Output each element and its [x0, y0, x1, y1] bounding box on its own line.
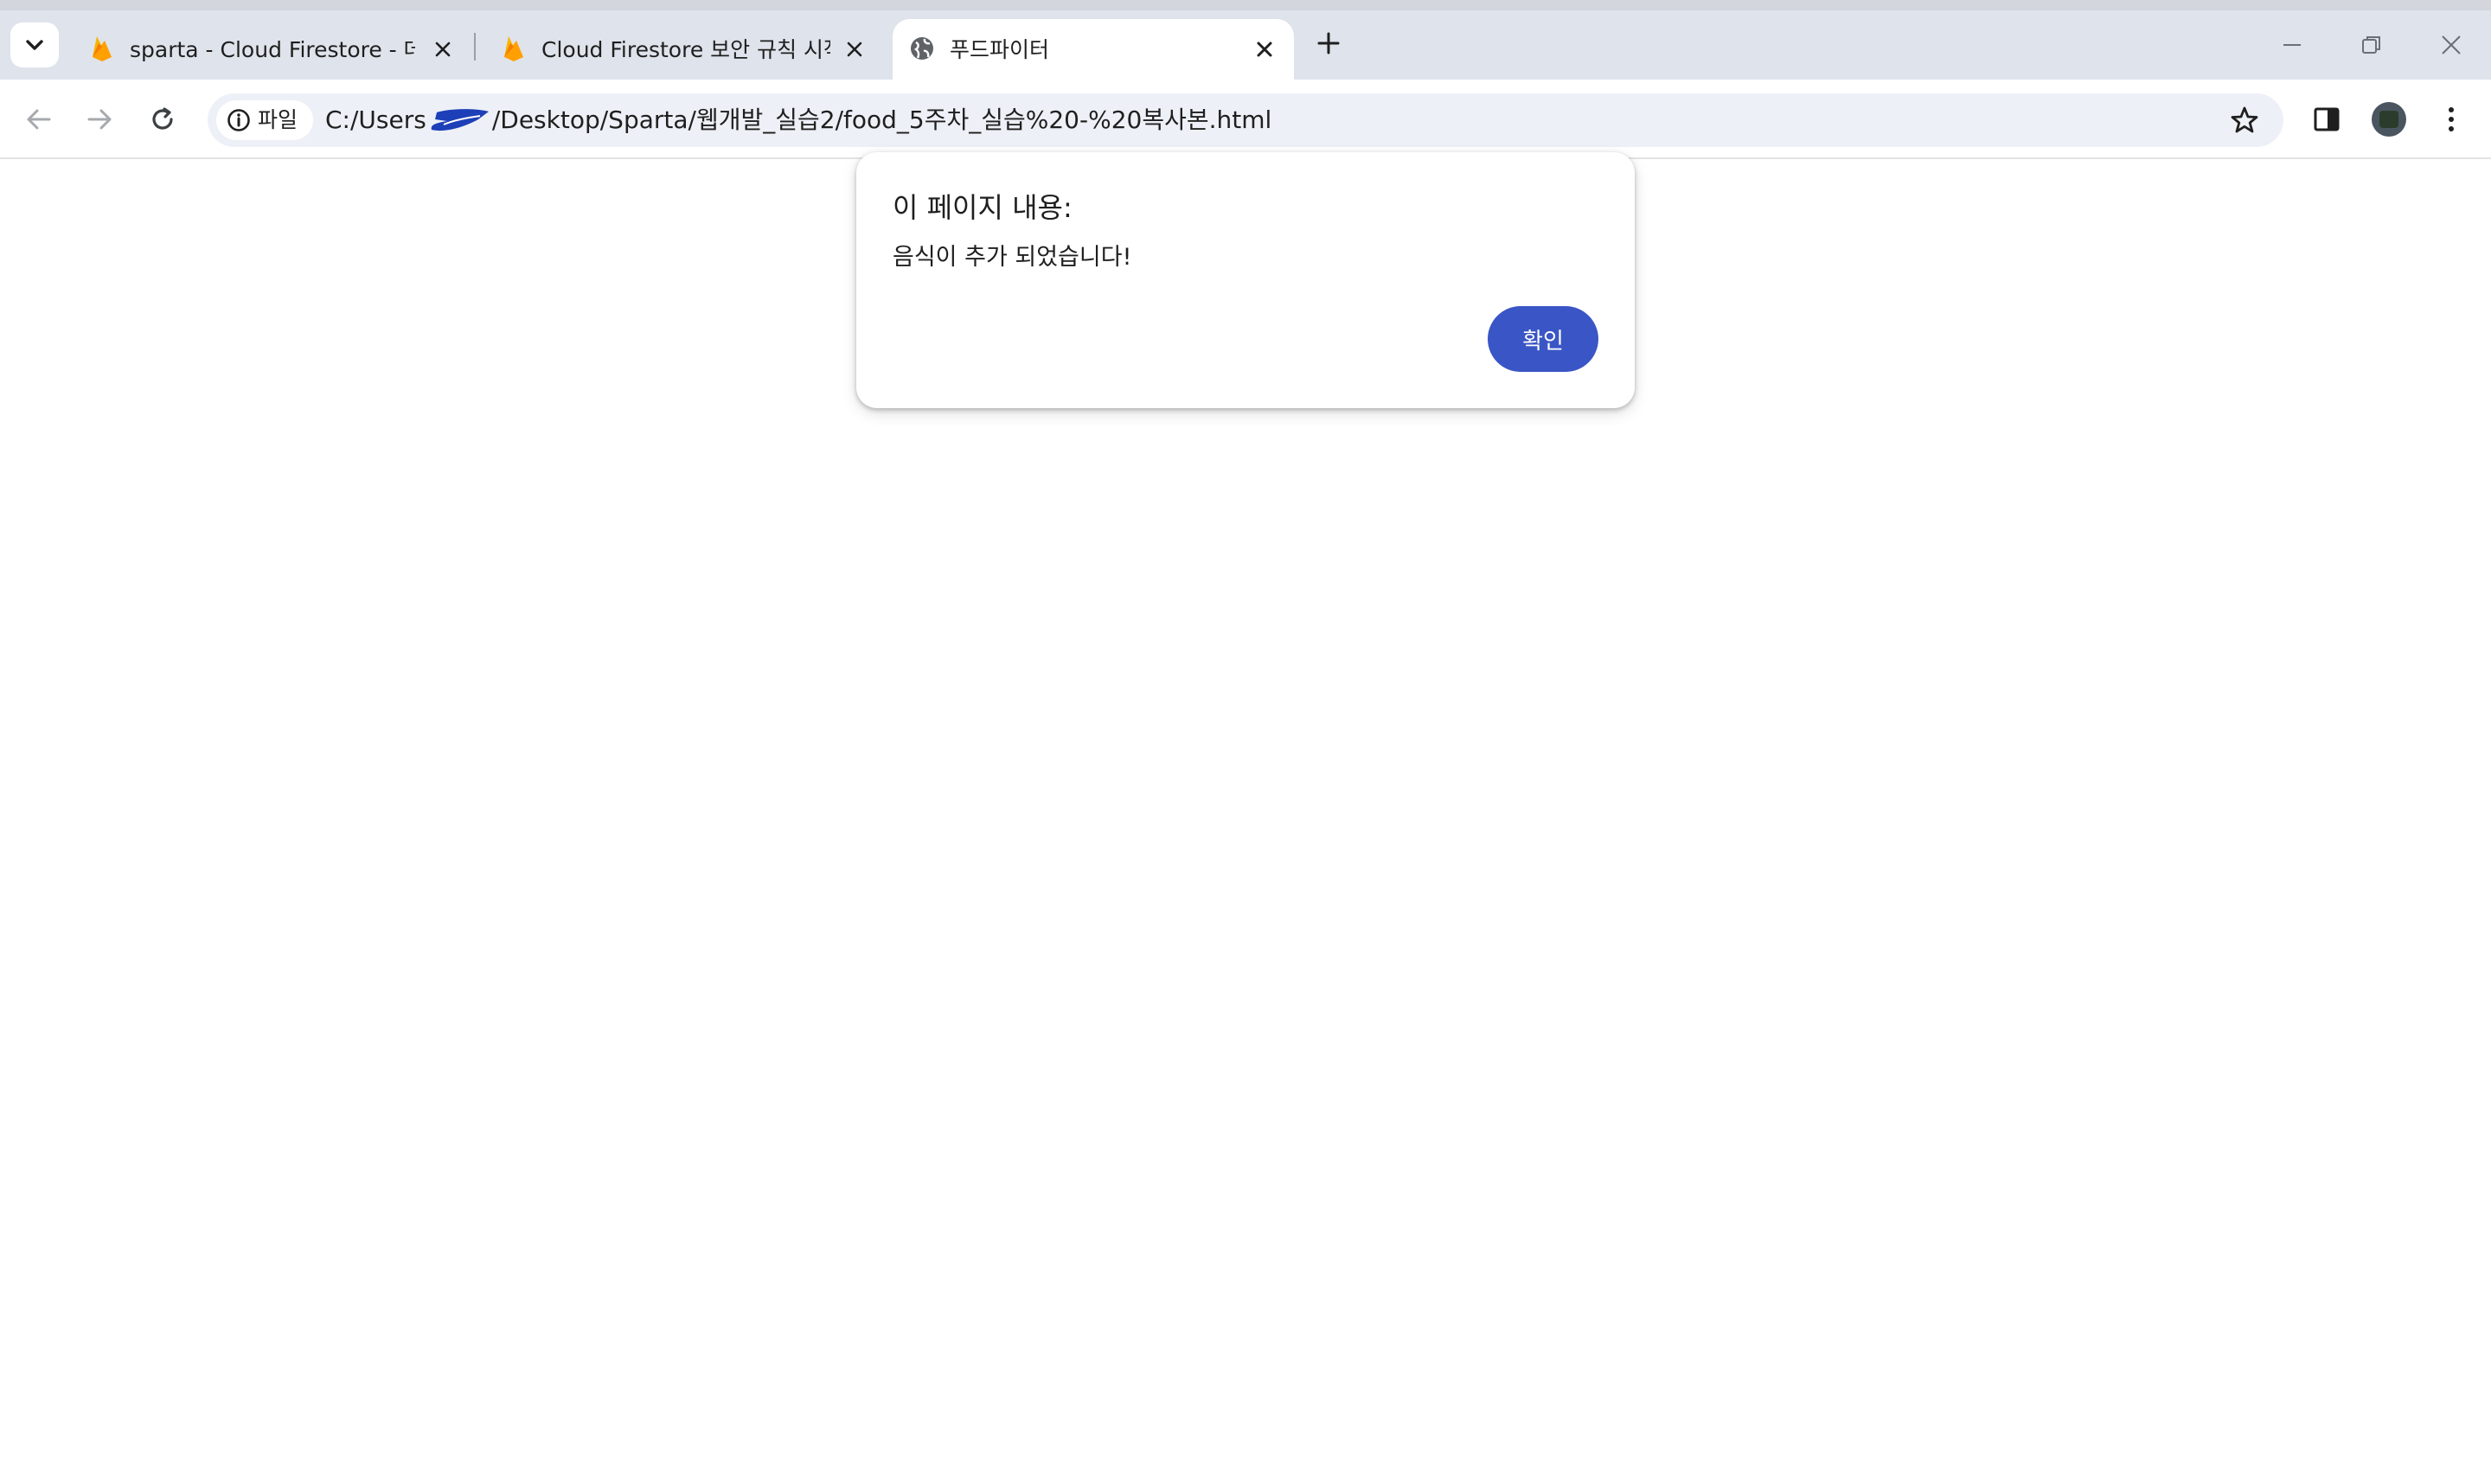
new-tab-button[interactable]	[1311, 26, 1346, 61]
url-suffix: /Desktop/Sparta/웹개발_실습2/food_5주차_실습%20-%…	[491, 106, 1272, 134]
arrow-right-icon	[87, 108, 113, 131]
tab-strip: sparta - Cloud Firestore - 데이 Cloud Fire…	[0, 0, 2491, 80]
close-icon[interactable]	[841, 35, 868, 63]
ok-button[interactable]: 확인	[1488, 306, 1598, 372]
chevron-down-icon	[25, 39, 44, 51]
star-icon	[2230, 106, 2259, 135]
side-panel-button[interactable]	[2304, 97, 2349, 142]
close-icon	[2441, 35, 2462, 55]
minimize-button[interactable]	[2268, 22, 2316, 67]
arrow-left-icon	[25, 108, 51, 131]
tab-sparta-firestore[interactable]: sparta - Cloud Firestore - 데이	[73, 19, 474, 80]
redaction-scribble	[428, 107, 490, 133]
bookmark-button[interactable]	[2226, 102, 2263, 138]
tab-title: 푸드파이터	[950, 37, 1050, 62]
close-icon[interactable]	[1251, 35, 1278, 63]
tab-firestore-security-rules[interactable]: Cloud Firestore 보안 규칙 시작	[484, 19, 886, 80]
address-bar[interactable]: 파일 C:/Users/Desktop/Sparta/웹개발_실습2/food_…	[208, 93, 2283, 147]
info-icon	[227, 108, 251, 132]
profile-button[interactable]	[2366, 97, 2411, 142]
close-window-button[interactable]	[2427, 22, 2475, 67]
window-top-edge	[0, 0, 2491, 10]
close-icon[interactable]	[429, 35, 457, 63]
site-chip-label: 파일	[258, 107, 298, 132]
menu-button[interactable]	[2429, 97, 2474, 142]
side-panel-icon	[2314, 107, 2340, 131]
tab-separator	[474, 33, 476, 61]
firebase-icon	[500, 35, 528, 62]
url-text[interactable]: C:/Users/Desktop/Sparta/웹개발_실습2/food_5주차…	[325, 106, 1271, 134]
back-button[interactable]	[16, 97, 61, 142]
tab-title: Cloud Firestore 보안 규칙 시작	[541, 37, 830, 62]
plus-icon	[1317, 32, 1340, 54]
restore-button[interactable]	[2347, 22, 2396, 67]
dialog-title: 이 페이지 내용:	[893, 191, 1073, 224]
alert-dialog: 이 페이지 내용: 음식이 추가 되었습니다! 확인	[856, 152, 1635, 408]
tab-title: sparta - Cloud Firestore - 데이	[130, 37, 415, 62]
globe-icon	[908, 35, 936, 62]
restore-icon	[2361, 35, 2382, 55]
dialog-message: 음식이 추가 되었습니다!	[893, 244, 1132, 271]
reload-button[interactable]	[140, 97, 185, 142]
browser-toolbar: 파일 C:/Users/Desktop/Sparta/웹개발_실습2/food_…	[0, 80, 2491, 159]
forward-button[interactable]	[78, 97, 123, 142]
tab-food-fighter[interactable]: 푸드파이터	[893, 19, 1294, 80]
reload-icon	[150, 106, 176, 132]
tab-search-button[interactable]	[10, 22, 59, 67]
url-prefix: C:/Users	[325, 106, 426, 134]
avatar	[2372, 102, 2406, 137]
more-vert-icon	[2448, 106, 2455, 132]
minimize-icon	[2283, 43, 2302, 47]
firebase-icon	[88, 35, 116, 62]
